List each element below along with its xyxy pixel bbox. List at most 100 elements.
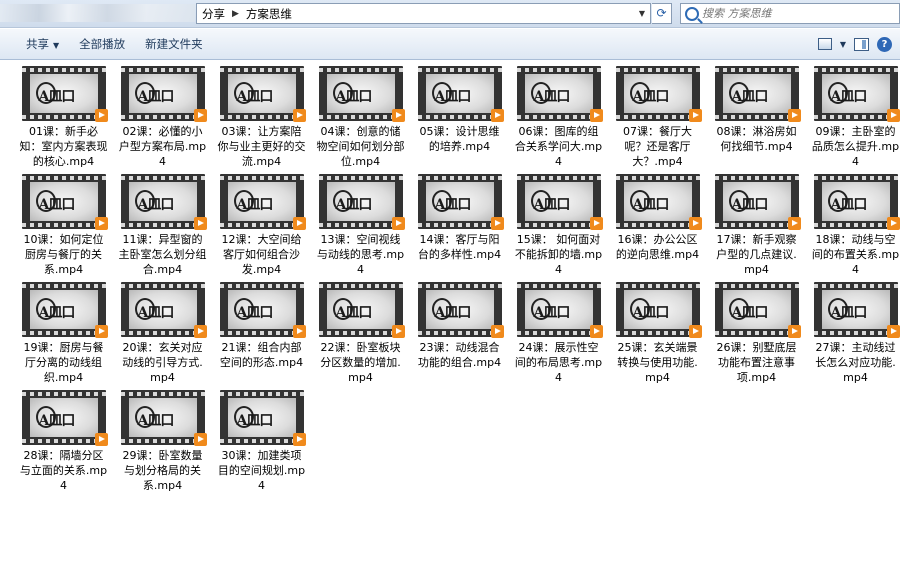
thumbnail-frame: A皿口 bbox=[29, 398, 98, 437]
view-controls: ▼ ? bbox=[817, 36, 900, 52]
play-overlay-icon bbox=[193, 433, 207, 446]
file-list: A皿口 01课：新手必知：室内方案表现的核心.mp4 A皿口 02课：必懂的小户型方案… bbox=[14, 66, 900, 498]
search-box[interactable] bbox=[680, 3, 900, 24]
file-item[interactable]: A皿口 30课：加建类项目的空间规划.mp4 bbox=[212, 390, 311, 498]
help-icon[interactable]: ? bbox=[877, 36, 892, 52]
file-item[interactable]: A皿口 16课：办公公区的逆向思维.mp4 bbox=[608, 174, 707, 282]
file-item[interactable]: A皿口 22课：卧室板块分区数量的增加.mp4 bbox=[311, 282, 410, 390]
file-name: 13课：空间视线与动线的思考.mp4 bbox=[316, 233, 405, 276]
thumbnail-frame: A皿口 bbox=[227, 290, 296, 329]
thumbnail-logo: A皿口 bbox=[731, 305, 769, 321]
file-item[interactable]: A皿口 21课：组合内部空间的形态.mp4 bbox=[212, 282, 311, 390]
file-item[interactable]: A皿口 19课：厨房与餐厅分离的动线组织.mp4 bbox=[14, 282, 113, 390]
thumbnail-logo: A皿口 bbox=[236, 197, 274, 213]
play-overlay-icon bbox=[292, 433, 306, 446]
file-item[interactable]: A皿口 07课：餐厅大呢？还是客厅大？.mp4 bbox=[608, 66, 707, 174]
video-thumbnail: A皿口 bbox=[219, 66, 306, 122]
play-overlay-icon bbox=[94, 325, 108, 338]
preview-pane-icon[interactable] bbox=[854, 37, 869, 51]
thumbnail-logo: A皿口 bbox=[830, 197, 868, 213]
video-thumbnail: A皿口 bbox=[21, 66, 108, 122]
file-name: 11课：异型窗的主卧室怎么划分组合.mp4 bbox=[118, 233, 207, 276]
file-item[interactable]: A皿口 17课：新手观察户型的几点建议.mp4 bbox=[707, 174, 806, 282]
file-name: 22课：卧室板块分区数量的增加.mp4 bbox=[320, 341, 401, 384]
file-item[interactable]: A皿口 06课：图库的组合关系学问大.mp4 bbox=[509, 66, 608, 174]
play-overlay-icon bbox=[94, 433, 108, 446]
file-item[interactable]: A皿口 01课：新手必知：室内方案表现的核心.mp4 bbox=[14, 66, 113, 174]
address-dropdown-icon[interactable]: ▼ bbox=[634, 9, 650, 18]
breadcrumb-item-share[interactable]: 分享 bbox=[197, 6, 230, 22]
play-overlay-icon bbox=[787, 109, 801, 122]
file-name: 24课：展示性空间的布局思考.mp4 bbox=[514, 341, 603, 384]
thumbnail-frame: A皿口 bbox=[326, 290, 395, 329]
thumbnail-frame: A皿口 bbox=[524, 74, 593, 113]
play-all-button[interactable]: 全部播放 bbox=[69, 33, 135, 55]
file-item[interactable]: A皿口 10课：如何定位厨房与餐厅的关系.mp4 bbox=[14, 174, 113, 282]
file-item[interactable]: A皿口 18课：动线与空间的布置关系.mp4 bbox=[806, 174, 900, 282]
file-item[interactable]: A皿口 05课：设计思维的培养.mp4 bbox=[410, 66, 509, 174]
video-thumbnail: A皿口 bbox=[120, 390, 207, 446]
file-item[interactable]: A皿口 15课： 如何面对不能拆卸的墙.mp4 bbox=[509, 174, 608, 282]
play-overlay-icon bbox=[193, 109, 207, 122]
file-item[interactable]: A皿口 24课：展示性空间的布局思考.mp4 bbox=[509, 282, 608, 390]
file-item[interactable]: A皿口 02课：必懂的小户型方案布局.mp4 bbox=[113, 66, 212, 174]
file-item[interactable]: A皿口 04课：创意的储物空间如何划分部位.mp4 bbox=[311, 66, 410, 174]
breadcrumb-separator-icon[interactable]: ▶ bbox=[230, 9, 241, 19]
video-thumbnail: A皿口 bbox=[120, 282, 207, 338]
view-dropdown-icon[interactable]: ▼ bbox=[840, 40, 846, 49]
file-name: 19课：厨房与餐厅分离的动线组织.mp4 bbox=[23, 341, 104, 384]
play-overlay-icon bbox=[193, 325, 207, 338]
play-overlay-icon bbox=[688, 109, 702, 122]
thumbnail-logo: A皿口 bbox=[137, 197, 175, 213]
video-thumbnail: A皿口 bbox=[714, 66, 801, 122]
video-thumbnail: A皿口 bbox=[21, 390, 108, 446]
file-name: 21课：组合内部空间的形态.mp4 bbox=[219, 341, 304, 369]
video-thumbnail: A皿口 bbox=[813, 174, 900, 230]
thumbnail-frame: A皿口 bbox=[326, 182, 395, 221]
file-item[interactable]: A皿口 20课：玄关对应动线的引导方式.mp4 bbox=[113, 282, 212, 390]
file-item[interactable]: A皿口 09课：主卧室的品质怎么提升.mp4 bbox=[806, 66, 900, 174]
file-item[interactable]: A皿口 03课：让方案陪你与业主更好的交流.mp4 bbox=[212, 66, 311, 174]
play-overlay-icon bbox=[490, 325, 504, 338]
thumbnail-frame: A皿口 bbox=[722, 74, 791, 113]
thumbnail-frame: A皿口 bbox=[722, 182, 791, 221]
file-item[interactable]: A皿口 11课：异型窗的主卧室怎么划分组合.mp4 bbox=[113, 174, 212, 282]
file-item[interactable]: A皿口 13课：空间视线与动线的思考.mp4 bbox=[311, 174, 410, 282]
file-item[interactable]: A皿口 27课：主动线过长怎么对应功能.mp4 bbox=[806, 282, 900, 390]
thumbnail-frame: A皿口 bbox=[623, 290, 692, 329]
thumbnail-frame: A皿口 bbox=[29, 290, 98, 329]
thumbnail-logo: A皿口 bbox=[830, 89, 868, 105]
thumbnail-logo: A皿口 bbox=[731, 89, 769, 105]
thumbnail-frame: A皿口 bbox=[227, 74, 296, 113]
file-item[interactable]: A皿口 12课：大空间给客厅如何组合沙发.mp4 bbox=[212, 174, 311, 282]
thumbnail-logo: A皿口 bbox=[632, 197, 670, 213]
thumbnail-logo: A皿口 bbox=[830, 305, 868, 321]
file-name: 16课：办公公区的逆向思维.mp4 bbox=[615, 233, 700, 261]
breadcrumb-item-folder[interactable]: 方案思维 bbox=[241, 6, 297, 22]
file-item[interactable]: A皿口 08课：淋浴房如何找细节.mp4 bbox=[707, 66, 806, 174]
thumbnail-logo: A皿口 bbox=[434, 89, 472, 105]
play-overlay-icon bbox=[94, 109, 108, 122]
refresh-icon[interactable]: ⟳ bbox=[652, 3, 672, 24]
file-name: 07课：餐厅大呢？还是客厅大？.mp4 bbox=[623, 125, 692, 168]
breadcrumb[interactable]: 分享 ▶ 方案思维 ▼ bbox=[196, 3, 651, 24]
file-item[interactable]: A皿口 29课：卧室数量与划分格局的关系.mp4 bbox=[113, 390, 212, 498]
share-button[interactable]: 共享 ▼ bbox=[16, 33, 69, 55]
thumbnail-frame: A皿口 bbox=[425, 182, 494, 221]
thumbnail-logo: A皿口 bbox=[533, 197, 571, 213]
file-name: 08课：淋浴房如何找细节.mp4 bbox=[716, 125, 797, 153]
video-thumbnail: A皿口 bbox=[318, 66, 405, 122]
file-item[interactable]: A皿口 25课：玄关端景转换与使用功能.mp4 bbox=[608, 282, 707, 390]
play-overlay-icon bbox=[292, 217, 306, 230]
file-item[interactable]: A皿口 23课：动线混合功能的组合.mp4 bbox=[410, 282, 509, 390]
video-thumbnail: A皿口 bbox=[417, 174, 504, 230]
new-folder-button[interactable]: 新建文件夹 bbox=[135, 33, 213, 55]
view-options-icon[interactable] bbox=[817, 38, 832, 50]
file-name: 02课：必懂的小户型方案布局.mp4 bbox=[118, 125, 207, 168]
file-item[interactable]: A皿口 26课：别墅底层功能布置注意事项.mp4 bbox=[707, 282, 806, 390]
file-item[interactable]: A皿口 28课：隔墙分区与立面的关系.mp4 bbox=[14, 390, 113, 498]
thumbnail-logo: A皿口 bbox=[731, 197, 769, 213]
file-item[interactable]: A皿口 14课：客厅与阳台的多样性.mp4 bbox=[410, 174, 509, 282]
search-input[interactable] bbox=[702, 7, 892, 20]
video-thumbnail: A皿口 bbox=[219, 282, 306, 338]
